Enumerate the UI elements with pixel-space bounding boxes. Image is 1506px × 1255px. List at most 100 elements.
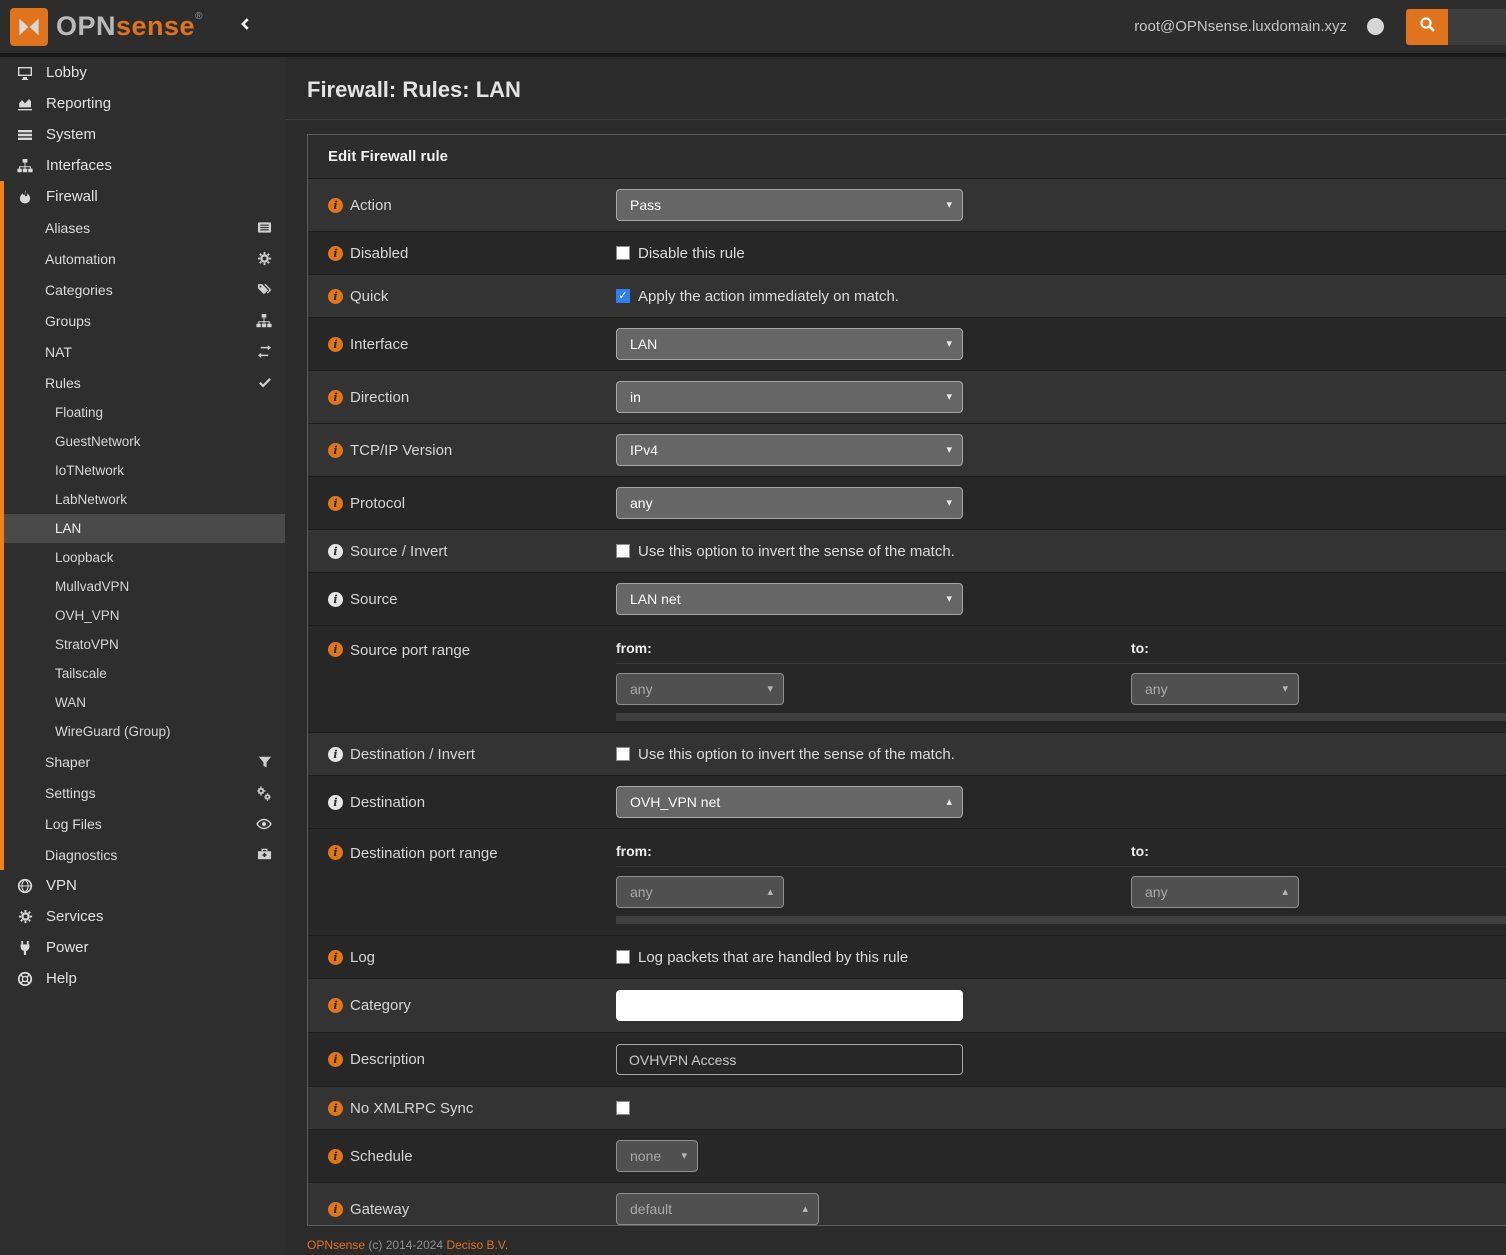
sidebar-item-loopback[interactable]: Loopback xyxy=(0,543,285,572)
destination-port-range-from-column: from:any▴ xyxy=(616,839,1131,908)
gateway-label: iGateway xyxy=(308,1183,616,1226)
quick-checkbox-label: Apply the action immediately on match. xyxy=(638,288,899,305)
sidebar-item-firewall[interactable]: Firewall xyxy=(0,181,285,212)
sidebar-item-diagnostics[interactable]: Diagnostics xyxy=(0,839,285,870)
sidebar-item-settings[interactable]: Settings xyxy=(0,777,285,808)
source-port-range-from-select-value: any xyxy=(630,681,653,697)
log-checkbox[interactable] xyxy=(616,950,630,964)
action-select[interactable]: Pass▾ xyxy=(616,189,963,221)
destination-select[interactable]: OVH_VPN net▴ xyxy=(616,786,963,818)
protocol-select-value: any xyxy=(630,495,653,511)
source-port-range-to-header: to: xyxy=(1131,636,1506,664)
category-input[interactable] xyxy=(616,990,963,1021)
sidebar-item-shaper[interactable]: Shaper xyxy=(0,746,285,777)
source-port-range-from-header: from: xyxy=(616,636,1131,664)
sidebar-item-ovh-vpn[interactable]: OVH_VPN xyxy=(0,601,285,630)
source-port-range-scrollbar[interactable] xyxy=(616,713,1506,721)
sidebar-item-system[interactable]: System xyxy=(0,119,285,150)
sidebar-item-labnetwork[interactable]: LabNetwork xyxy=(0,485,285,514)
logged-in-user[interactable]: root@OPNsense.luxdomain.xyz xyxy=(1134,18,1347,35)
source-port-range-to-select[interactable]: any▾ xyxy=(1131,673,1299,705)
sidebar-item-label: Help xyxy=(46,970,77,987)
sidebar-item-aliases[interactable]: Aliases xyxy=(0,212,285,243)
no-xmlrpc-sync-checkbox[interactable] xyxy=(616,1101,630,1115)
sidebar-rule-label: WireGuard (Group) xyxy=(55,724,171,739)
sidebar-item-iotnetwork[interactable]: IoTNetwork xyxy=(0,456,285,485)
info-icon: i xyxy=(328,1149,343,1164)
sidebar-section-interfaces: Interfaces xyxy=(0,150,285,181)
search-button[interactable] xyxy=(1406,9,1448,45)
sidebar-item-help[interactable]: Help xyxy=(0,963,285,994)
sidebar-item-floating[interactable]: Floating xyxy=(0,398,285,427)
sidebar-rule-label: IoTNetwork xyxy=(55,463,124,478)
sidebar-item-groups[interactable]: Groups xyxy=(0,305,285,336)
panel-title: Edit Firewall rule xyxy=(308,135,1506,179)
sidebar-item-automation[interactable]: Automation xyxy=(0,243,285,274)
sidebar-collapse-button[interactable] xyxy=(239,17,253,36)
destination-invert-checkbox[interactable] xyxy=(616,747,630,761)
quick-checkbox[interactable]: ✓ xyxy=(616,289,630,303)
destination-port-range-from-select[interactable]: any▴ xyxy=(616,876,784,908)
destination-invert-label: iDestination / Invert xyxy=(308,733,616,775)
sidebar-item-lobby[interactable]: Lobby xyxy=(0,57,285,88)
sidebar-item-label: Reporting xyxy=(46,95,111,112)
tcpip-version-label: iTCP/IP Version xyxy=(308,424,616,476)
disabled-checkbox[interactable] xyxy=(616,246,630,260)
sidebar-rule-label: LAN xyxy=(55,521,81,536)
sidebar-item-interfaces[interactable]: Interfaces xyxy=(0,150,285,181)
sidebar-item-services[interactable]: Services xyxy=(0,901,285,932)
sidebar-item-reporting[interactable]: Reporting xyxy=(0,88,285,119)
sidebar-item-rules[interactable]: Rules xyxy=(0,367,285,398)
log-label: iLog xyxy=(308,936,616,978)
tcpip-version-select[interactable]: IPv4▾ xyxy=(616,434,963,466)
protocol-select[interactable]: any▾ xyxy=(616,487,963,519)
destination-port-range-table: from:any▴to:any▴ xyxy=(616,839,1506,908)
destination-port-range-scrollbar[interactable] xyxy=(616,916,1506,924)
sidebar-item-guestnetwork[interactable]: GuestNetwork xyxy=(0,427,285,456)
source-invert-row: iSource / InvertUse this option to inver… xyxy=(308,530,1506,573)
source-invert-checkbox[interactable] xyxy=(616,544,630,558)
destination-label: iDestination xyxy=(308,776,616,828)
schedule-select[interactable]: none▾ xyxy=(616,1140,698,1172)
gateway-select[interactable]: default▴ xyxy=(616,1193,819,1225)
caret-up-icon: ▴ xyxy=(1282,885,1288,898)
destination-invert-control: Use this option to invert the sense of t… xyxy=(616,733,1506,775)
brand-logo[interactable]: OPNsense® xyxy=(10,8,203,46)
sidebar-item-categories[interactable]: Categories xyxy=(0,274,285,305)
log-checkbox-label: Log packets that are handled by this rul… xyxy=(638,949,908,966)
sidebar-item-power[interactable]: Power xyxy=(0,932,285,963)
tags-icon xyxy=(257,282,272,297)
info-icon: i xyxy=(328,998,343,1013)
sidebar-item-log-files[interactable]: Log Files xyxy=(0,808,285,839)
info-icon: i xyxy=(328,289,343,304)
destination-port-range-to-select[interactable]: any▴ xyxy=(1131,876,1299,908)
interface-select[interactable]: LAN▾ xyxy=(616,328,963,360)
source-invert-label-text: Source / Invert xyxy=(350,543,448,560)
sidebar-item-lan[interactable]: LAN xyxy=(0,514,285,543)
sidebar-rule-label: MullvadVPN xyxy=(55,579,129,594)
sidebar-item-wireguard-group[interactable]: WireGuard (Group) xyxy=(0,717,285,746)
sidebar-item-vpn[interactable]: VPN xyxy=(0,870,285,901)
sidebar-item-nat[interactable]: NAT xyxy=(0,336,285,367)
desktop-icon xyxy=(15,65,35,81)
destination-label-text: Destination xyxy=(350,794,425,811)
sidebar-item-stratovpn[interactable]: StratoVPN xyxy=(0,630,285,659)
quick-label-text: Quick xyxy=(350,288,388,305)
direction-select-value: in xyxy=(630,389,641,405)
sidebar-item-label: Firewall xyxy=(46,188,98,205)
footer-opnsense-link[interactable]: OPNsense xyxy=(307,1238,365,1252)
search-input[interactable] xyxy=(1448,9,1506,45)
sidebar-item-tailscale[interactable]: Tailscale xyxy=(0,659,285,688)
sidebar-item-wan[interactable]: WAN xyxy=(0,688,285,717)
no-xmlrpc-sync-label: iNo XMLRPC Sync xyxy=(308,1087,616,1129)
footer-deciso-link[interactable]: Deciso B.V. xyxy=(446,1238,508,1252)
sidebar-subitem-label: Diagnostics xyxy=(45,847,117,863)
source-port-range-from-select[interactable]: any▾ xyxy=(616,673,784,705)
source-label: iSource xyxy=(308,573,616,625)
direction-select[interactable]: in▾ xyxy=(616,381,963,413)
source-row: iSourceLAN net▾ xyxy=(308,573,1506,626)
description-input[interactable] xyxy=(616,1044,963,1075)
caret-up-icon: ▴ xyxy=(767,885,773,898)
sidebar-item-mullvadvpn[interactable]: MullvadVPN xyxy=(0,572,285,601)
source-select[interactable]: LAN net▾ xyxy=(616,583,963,615)
